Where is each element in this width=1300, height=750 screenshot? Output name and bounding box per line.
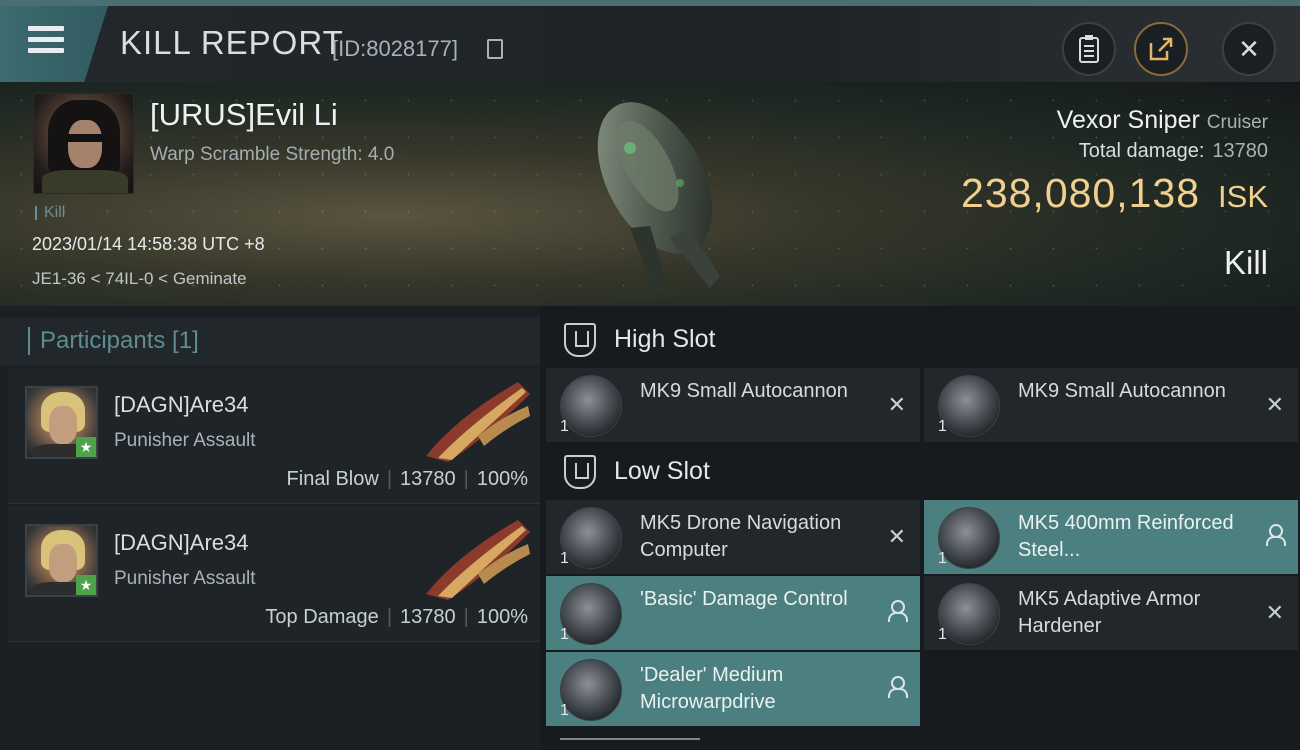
module-quantity: 1 — [560, 626, 569, 643]
next-slot-header-partial — [560, 738, 700, 750]
star-icon: ★ — [76, 437, 96, 457]
module-name: 'Basic' Damage Control — [640, 588, 848, 610]
star-icon: ★ — [76, 575, 96, 595]
isk-amount: 238,080,138 — [961, 170, 1201, 216]
victim-banner: [URUS]Evil Li Warp Scramble Strength: 4.… — [0, 82, 1300, 306]
module-name: MK5 Drone Navigation Computer — [640, 512, 842, 561]
module-name: 'Dealer' Medium Microwarpdrive — [640, 664, 784, 713]
fitting-panel: High Slot 1 MK9 Small Autocannon ✕ 1 MK9… — [540, 306, 1300, 750]
participant-name: [DAGN]Are34 — [114, 530, 249, 555]
module-quantity: 1 — [938, 550, 947, 567]
module-name: MK9 Small Autocannon — [640, 380, 848, 402]
module-quantity: 1 — [560, 418, 569, 435]
high-slot-label: High Slot — [614, 325, 716, 353]
participant-role: Top Damage — [265, 606, 379, 628]
module-name: MK5 Adaptive Armor Hardener — [1018, 588, 1201, 637]
microwarpdrive-icon — [560, 659, 622, 721]
victim-name[interactable]: [URUS]Evil Li — [150, 97, 338, 133]
module-item[interactable]: 1 MK5 Drone Navigation Computer ✕ — [546, 500, 920, 574]
clipboard-button[interactable] — [1062, 22, 1116, 76]
participant-portrait[interactable]: ★ — [25, 524, 98, 597]
module-quantity: 1 — [938, 626, 947, 643]
autocannon-icon — [938, 375, 1000, 437]
participant-ship-image[interactable] — [418, 514, 538, 604]
high-slot-header: High Slot — [548, 314, 1300, 364]
warp-scramble-strength: Warp Scramble Strength: 4.0 — [150, 144, 395, 165]
dropped-person-icon — [888, 600, 908, 622]
dropped-person-icon — [888, 676, 908, 698]
page-title: KILL REPORT — [120, 24, 344, 61]
destroyed-icon: ✕ — [887, 524, 906, 549]
header-bar: KILL REPORT [ID:8028177] ✕ — [0, 0, 1300, 82]
participant-damage: 13780 — [400, 468, 456, 490]
module-item[interactable]: 1 MK5 400mm Reinforced Steel... — [924, 500, 1298, 574]
dropped-person-icon — [1266, 524, 1286, 546]
kill-tag: Kill — [35, 205, 65, 221]
drone-nav-computer-icon — [560, 507, 622, 569]
participant-ship-image[interactable] — [418, 376, 538, 466]
module-name: MK5 400mm Reinforced Steel... — [1018, 512, 1234, 561]
kill-type: Kill — [1223, 244, 1268, 281]
isk-value: 238,080,138 ISK — [961, 170, 1268, 217]
participant-percent: 100% — [476, 606, 528, 628]
victim-portrait[interactable] — [33, 93, 134, 194]
participant-role: Final Blow — [286, 468, 379, 490]
participants-header: Participants [1] — [0, 318, 540, 366]
ship-type: Vexor Sniper — [1056, 106, 1200, 134]
report-id: [ID:8028177] — [332, 36, 458, 61]
participant-damage: 13780 — [400, 606, 456, 628]
participant-stats: Top Damage | 13780 | 100% — [265, 606, 528, 628]
module-quantity: 1 — [938, 418, 947, 435]
close-icon: ✕ — [1238, 33, 1260, 64]
module-item[interactable]: 1 MK5 Adaptive Armor Hardener ✕ — [924, 576, 1298, 650]
participant-row[interactable]: ★ [DAGN]Are34 Punisher Assault Final Blo… — [8, 368, 540, 504]
kill-datetime: 2023/01/14 14:58:38 UTC +8 — [32, 234, 265, 254]
participants-title: Participants [1] — [28, 327, 199, 355]
participants-panel: Participants [1] ★ [DAGN]Are34 Punisher … — [0, 306, 540, 750]
low-slot-header: Low Slot — [548, 446, 1300, 496]
armor-plate-icon — [938, 507, 1000, 569]
share-button[interactable] — [1134, 22, 1188, 76]
menu-button[interactable] — [0, 6, 108, 82]
menu-icon — [28, 26, 64, 59]
autocannon-icon — [560, 375, 622, 437]
share-icon — [1149, 37, 1173, 61]
copy-icon[interactable] — [487, 39, 503, 59]
high-slot-icon — [564, 323, 596, 357]
armor-hardener-icon — [938, 583, 1000, 645]
participant-stats: Final Blow | 13780 | 100% — [286, 468, 528, 490]
participant-row[interactable]: ★ [DAGN]Are34 Punisher Assault Top Damag… — [8, 506, 540, 642]
isk-unit: ISK — [1218, 179, 1268, 214]
destroyed-icon: ✕ — [887, 392, 906, 417]
total-damage-value: 13780 — [1212, 140, 1268, 162]
destroyed-icon: ✕ — [1265, 600, 1284, 625]
participant-percent: 100% — [476, 468, 528, 490]
participant-portrait[interactable]: ★ — [25, 386, 98, 459]
module-item[interactable]: 1 'Basic' Damage Control — [546, 576, 920, 650]
close-button[interactable]: ✕ — [1222, 22, 1276, 76]
module-name: MK9 Small Autocannon — [1018, 380, 1226, 402]
victim-ship-name[interactable]: Vexor Sniper Cruiser — [1057, 106, 1268, 135]
victim-ship-image[interactable] — [560, 88, 760, 298]
low-slot-label: Low Slot — [614, 457, 710, 485]
module-quantity: 1 — [560, 702, 569, 719]
total-damage: Total damage: 13780 — [1079, 140, 1268, 163]
module-item[interactable]: 1 'Dealer' Medium Microwarpdrive — [546, 652, 920, 726]
participant-ship: Punisher Assault — [114, 568, 256, 589]
total-damage-label: Total damage: — [1078, 140, 1205, 162]
module-quantity: 1 — [560, 550, 569, 567]
module-item[interactable]: 1 MK9 Small Autocannon ✕ — [924, 368, 1298, 442]
clipboard-icon — [1079, 35, 1099, 63]
participant-ship: Punisher Assault — [114, 430, 256, 451]
kill-location[interactable]: JE1-36 < 74IL-0 < Geminate — [32, 269, 247, 289]
damage-control-icon — [560, 583, 622, 645]
participant-name: [DAGN]Are34 — [114, 392, 249, 417]
module-item[interactable]: 1 MK9 Small Autocannon ✕ — [546, 368, 920, 442]
ship-class: Cruiser — [1206, 112, 1268, 133]
destroyed-icon: ✕ — [1265, 392, 1284, 417]
low-slot-icon — [564, 455, 596, 489]
